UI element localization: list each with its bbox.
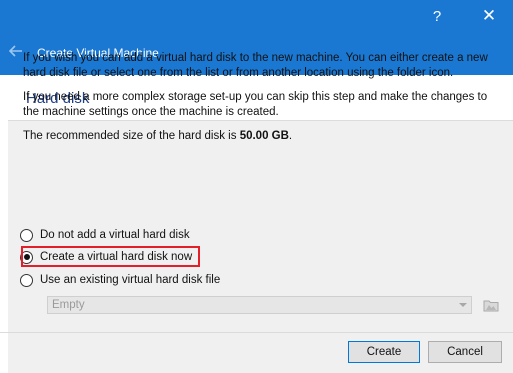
radio-label-no-disk: Do not add a virtual hard disk bbox=[40, 229, 190, 241]
create-button[interactable]: Create bbox=[348, 341, 420, 363]
recommended-prefix: The recommended size of the hard disk is bbox=[23, 130, 240, 142]
chevron-down-icon bbox=[459, 303, 467, 307]
radio-existing-disk[interactable]: Use an existing virtual hard disk file bbox=[20, 272, 220, 288]
radio-label-existing-disk: Use an existing virtual hard disk file bbox=[40, 274, 221, 286]
highlight-box bbox=[21, 246, 200, 267]
radio-no-disk[interactable]: Do not add a virtual hard disk bbox=[20, 227, 190, 243]
recommended-suffix: . bbox=[288, 130, 293, 142]
intro-paragraph: If you wish you can add a virtual hard d… bbox=[23, 52, 488, 79]
existing-disk-value: Empty bbox=[52, 299, 85, 311]
recommended-size-value: 50.00 GB bbox=[239, 130, 289, 142]
back-arrow-icon[interactable] bbox=[8, 43, 24, 59]
help-icon[interactable]: ? bbox=[414, 0, 460, 32]
folder-icon[interactable] bbox=[481, 295, 501, 315]
close-icon[interactable]: ✕ bbox=[466, 0, 512, 32]
footer-divider bbox=[0, 332, 513, 333]
storage-paragraph: If you need a more complex storage set-u… bbox=[23, 91, 488, 118]
recommended-size-text: The recommended size of the hard disk is… bbox=[23, 129, 498, 144]
existing-disk-select[interactable]: Empty bbox=[47, 296, 472, 314]
radio-button[interactable] bbox=[20, 273, 33, 287]
header-divider bbox=[8, 120, 513, 121]
cancel-button[interactable]: Cancel bbox=[428, 341, 502, 363]
radio-button[interactable] bbox=[20, 228, 33, 242]
